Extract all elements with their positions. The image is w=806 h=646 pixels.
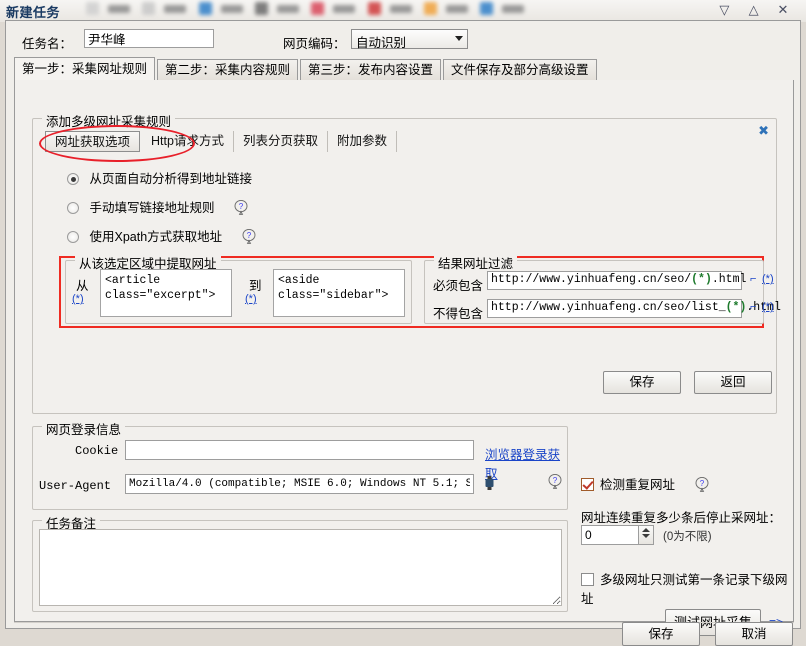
application-window: 新建任务 ▽ △ ✕ 任务名： 网页编码： 自动识别 第一步：采集网址规则 第二… <box>0 0 806 646</box>
subtab-list-paging[interactable]: 列表分页获取 <box>234 131 328 152</box>
encoding-select[interactable]: 自动识别 <box>351 29 468 50</box>
rules-return-button[interactable]: 返回 <box>694 371 772 394</box>
must-include-suffix: .html <box>711 273 747 286</box>
duplicate-count-note: (0为不限) <box>663 531 712 543</box>
subtab-url-options[interactable]: 网址获取选项 <box>45 131 141 152</box>
to-textarea[interactable]: <aside class="sidebar"> <box>273 269 405 317</box>
tab-step-3[interactable]: 第三步：发布内容设置 <box>300 59 442 80</box>
task-notes-textarea[interactable] <box>39 529 562 606</box>
rules-close-icon[interactable]: ✖ <box>758 123 769 139</box>
tab-panel: 添加多级网址采集规则 ✖ 网址获取选项 Http请求方式 列表分页获取 附加参数… <box>14 80 794 636</box>
not-include-prefix: http://www.yinhuafeng.cn/seo/list_ <box>491 301 726 314</box>
background-toolbar-icons <box>86 1 533 21</box>
maximize-icon[interactable]: △ <box>741 2 767 18</box>
dialog-save-button[interactable]: 保存 <box>622 622 700 646</box>
not-include-label: 不得包含 <box>433 307 484 321</box>
must-include-insert-icon[interactable]: ⌐ <box>750 273 756 285</box>
must-include-label: 必须包含 <box>433 279 484 293</box>
not-include-insert-icon[interactable]: ⌐ <box>750 301 756 313</box>
radio-row-manual[interactable]: 手动填写链接地址规则 ? <box>67 198 256 227</box>
cookie-input[interactable] <box>125 440 474 460</box>
encoding-label: 网页编码： <box>283 37 346 51</box>
tab-step-2[interactable]: 第二步：采集内容规则 <box>157 59 299 80</box>
multilevel-test-checkbox[interactable] <box>581 573 594 586</box>
help-icon-manual[interactable]: ? <box>234 200 248 215</box>
duplicate-check-row: 检测重复网址 ? <box>581 474 709 493</box>
task-name-input[interactable] <box>84 29 214 48</box>
help-icon-xpath[interactable]: ? <box>242 229 256 244</box>
window-controls: ▽ △ ✕ <box>711 2 796 18</box>
radio-auto-analyze-label: 从页面自动分析得到地址链接 <box>89 172 252 186</box>
must-include-star-link[interactable]: (*) <box>762 273 774 285</box>
multilevel-test-label: 多级网址只测试第一条记录下级网址 <box>581 573 788 606</box>
not-include-star-link[interactable]: (*) <box>762 301 774 313</box>
user-agent-label: User-Agent <box>39 479 112 493</box>
from-label: 从 <box>76 279 89 293</box>
rules-save-button[interactable]: 保存 <box>603 371 681 394</box>
radio-row-xpath[interactable]: 使用Xpath方式获取地址 ? <box>67 227 256 256</box>
help-icon-user-agent[interactable]: ? <box>548 474 562 489</box>
encoding-value: 自动识别 <box>356 36 407 50</box>
to-label: 到 <box>249 279 262 293</box>
tab-advanced[interactable]: 文件保存及部分高级设置 <box>443 59 597 80</box>
close-icon[interactable]: ✕ <box>770 2 796 18</box>
radio-manual-rule-label: 手动填写链接地址规则 <box>89 201 215 215</box>
svg-text:?: ? <box>553 476 558 485</box>
must-include-input[interactable]: http://www.yinhuafeng.cn/seo/(*).html <box>487 271 746 290</box>
radio-xpath-label: 使用Xpath方式获取地址 <box>89 230 223 244</box>
radio-row-auto[interactable]: 从页面自动分析得到地址链接 <box>67 169 256 198</box>
tab-step-1[interactable]: 第一步：采集网址规则 <box>14 57 156 80</box>
login-info-group: 网页登录信息 Cookie 浏览器登录获取 User-Agent Mozilla… <box>32 419 568 510</box>
multilevel-rules-title: 添加多级网址采集规则 <box>42 111 176 130</box>
multilevel-rules-group: 添加多级网址采集规则 ✖ 网址获取选项 Http请求方式 列表分页获取 附加参数… <box>32 111 781 414</box>
usb-device-icon[interactable] <box>485 476 494 493</box>
must-include-star: (*) <box>691 273 712 286</box>
svg-text:?: ? <box>239 202 244 211</box>
duplicate-count-stepper[interactable] <box>639 525 654 545</box>
duplicate-count-input[interactable] <box>581 525 639 545</box>
from-textarea[interactable]: <article class="excerpt"> <box>100 269 232 317</box>
dialog-cancel-button[interactable]: 取消 <box>715 622 793 646</box>
task-name-label: 任务名： <box>22 37 73 51</box>
rules-sub-tabs: 网址获取选项 Http请求方式 列表分页获取 附加参数 <box>45 131 397 153</box>
subtab-extra-params[interactable]: 附加参数 <box>328 131 397 152</box>
svg-text:?: ? <box>246 231 251 240</box>
cookie-label: Cookie <box>75 444 119 458</box>
duplicate-stop-question: 网址连续重复多少条后停止采网址： <box>581 511 782 525</box>
url-source-radio-group: 从页面自动分析得到地址链接 手动填写链接地址规则 ? 使用Xpath方式获取地址… <box>67 169 256 256</box>
window-title: 新建任务 <box>6 5 61 20</box>
duplicate-check-label: 检测重复网址 <box>600 478 676 492</box>
radio-auto-analyze[interactable] <box>67 173 79 185</box>
task-notes-group: 任务备注 <box>32 513 568 612</box>
duplicate-check-checkbox[interactable] <box>581 478 594 491</box>
radio-manual-rule[interactable] <box>67 202 79 214</box>
top-form-row: 任务名： 网页编码： 自动识别 <box>6 27 802 53</box>
help-icon-duplicate[interactable]: ? <box>695 477 709 492</box>
background-toolbar <box>0 0 806 22</box>
from-star-link[interactable]: (*) <box>72 293 84 305</box>
svg-text:?: ? <box>699 479 704 488</box>
chevron-down-icon <box>455 36 463 41</box>
user-agent-input[interactable] <box>125 474 474 494</box>
stepper-up-icon[interactable] <box>642 528 650 532</box>
region-extract-group: 从该选定区域中提取网址 从 (*) <article class="excerp… <box>65 253 412 324</box>
result-url-filter-group: 结果网址过滤 必须包含 http://www.yinhuafeng.cn/seo… <box>424 253 781 324</box>
stepper-down-icon[interactable] <box>642 534 650 538</box>
subtab-http-method[interactable]: Http请求方式 <box>142 131 234 152</box>
minimize-icon[interactable]: ▽ <box>711 2 737 18</box>
must-include-prefix: http://www.yinhuafeng.cn/seo/ <box>491 273 692 286</box>
not-include-input[interactable]: http://www.yinhuafeng.cn/seo/list_(*).ht… <box>487 299 781 318</box>
step-tabs: 第一步：采集网址规则 第二步：采集内容规则 第三步：发布内容设置 文件保存及部分… <box>14 57 794 81</box>
task-dialog: 任务名： 网页编码： 自动识别 第一步：采集网址规则 第二步：采集内容规则 第三… <box>5 20 802 646</box>
result-url-filter-title: 结果网址过滤 <box>434 253 518 272</box>
login-info-title: 网页登录信息 <box>42 419 126 438</box>
radio-xpath[interactable] <box>67 231 79 243</box>
not-include-star: (*) <box>725 301 747 314</box>
to-star-link[interactable]: (*) <box>245 293 257 305</box>
multilevel-test-row: 多级网址只测试第一条记录下级网址 <box>581 569 793 607</box>
